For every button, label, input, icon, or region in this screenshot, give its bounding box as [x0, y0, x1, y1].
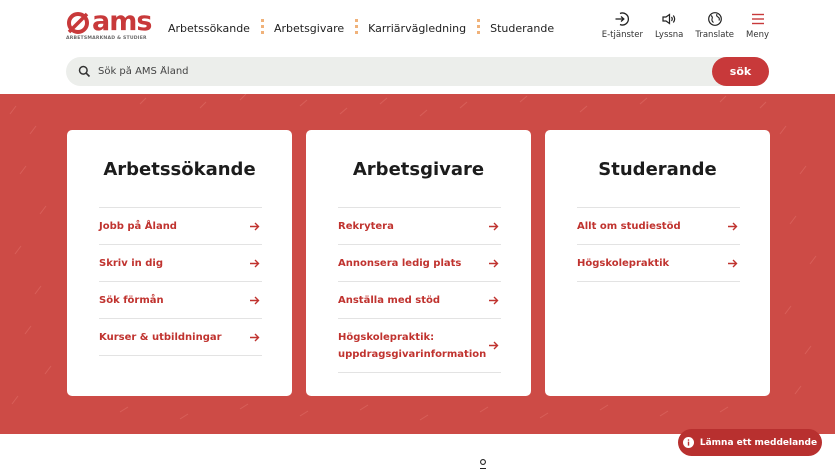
speaker-icon [662, 13, 676, 25]
nav-item-arbetssokande[interactable]: Arbetssökande [168, 22, 250, 35]
card-link-list: Allt om studiestöd Högskolepraktik [577, 207, 740, 282]
feedback-label: Lämna ett meddelande [699, 437, 818, 448]
tool-translate[interactable]: Translate [695, 11, 734, 40]
arrow-right-icon [250, 296, 260, 304]
link-label: Högskolepraktik [577, 257, 670, 269]
card-link-anstalla-med-stod[interactable]: Anställa med stöd [338, 282, 501, 319]
main-nav: Arbetssökande Arbetsgivare Karriärvägled… [168, 18, 554, 38]
ring-above-glyph-icon [480, 459, 486, 469]
nav-separator [344, 18, 368, 38]
link-label: Kurser & utbildningar [99, 331, 222, 343]
arrow-right-icon [250, 222, 260, 230]
nav-separator [250, 18, 274, 38]
card-link-allt-om-studiestod[interactable]: Allt om studiestöd [577, 208, 740, 245]
feedback-button[interactable]: Lämna ett meddelande [678, 429, 822, 456]
arrow-right-icon [728, 259, 738, 267]
tool-meny[interactable]: Meny [746, 11, 769, 40]
tool-label: E-tjänster [601, 30, 643, 40]
hamburger-menu-icon [751, 13, 764, 25]
arrow-right-icon [728, 222, 738, 230]
nav-separator [466, 18, 490, 38]
card-link-list: Jobb på Åland Skriv in dig Sök förmån Ku… [99, 207, 262, 356]
card-link-hogskolepraktik-uppdragsgivare[interactable]: Högskolepraktik: uppdragsgivarinformatio… [338, 319, 501, 373]
login-arrow-icon [615, 12, 630, 26]
card-link-jobb-pa-aland[interactable]: Jobb på Åland [99, 208, 262, 245]
search-bar: sök [66, 57, 769, 86]
globe-icon [707, 12, 722, 26]
link-label: Skriv in dig [99, 257, 163, 269]
nav-item-karriarvagledning[interactable]: Karriärvägledning [368, 22, 466, 35]
card-title: Studerande [598, 159, 717, 180]
card-link-list: Rekrytera Annonsera ledig plats Anställa… [338, 207, 501, 373]
card-link-rekrytera[interactable]: Rekrytera [338, 208, 501, 245]
arrow-right-icon [489, 296, 499, 304]
link-label: Allt om studiestöd [577, 220, 681, 232]
card-arbetssokande: Arbetssökande Jobb på Åland Skriv in dig… [67, 130, 292, 396]
tool-lyssna[interactable]: Lyssna [655, 11, 683, 40]
header-tools: E-tjänster Lyssna Translate Meny [602, 11, 769, 40]
nav-item-arbetsgivare[interactable]: Arbetsgivare [274, 22, 344, 35]
tool-label: Lyssna [654, 30, 684, 40]
link-label: Anställa med stöd [338, 294, 441, 306]
arrow-right-icon [489, 222, 499, 230]
search-icon [78, 65, 91, 78]
card-link-annonsera-ledig-plats[interactable]: Annonsera ledig plats [338, 245, 501, 282]
card-link-kurser-utbildningar[interactable]: Kurser & utbildningar [99, 319, 262, 356]
logo-wordmark: ams [92, 6, 152, 37]
hero-section: Arbetssökande Jobb på Åland Skriv in dig… [0, 94, 835, 434]
card-title: Arbetsgivare [352, 159, 485, 180]
link-label: Jobb på Åland [99, 220, 177, 232]
arrow-right-icon [489, 341, 499, 350]
arrow-right-icon [489, 259, 499, 267]
arrow-right-icon [250, 333, 260, 341]
card-link-hogskolepraktik[interactable]: Högskolepraktik [577, 245, 740, 282]
site-header: ams ARBETSMARKNAD & STUDIER Arbetssökand… [0, 0, 835, 52]
link-label: Sök förmån [99, 294, 164, 306]
info-icon [682, 437, 694, 448]
card-title: Arbetssökande [103, 159, 256, 180]
arrow-right-icon [250, 259, 260, 267]
tool-e-tjanster[interactable]: E-tjänster [602, 11, 643, 40]
link-label: Högskolepraktik: uppdragsgivarinformatio… [338, 331, 487, 360]
card-studerande: Studerande Allt om studiestöd Högskolepr… [545, 130, 770, 396]
tool-label: Translate [695, 30, 735, 40]
nav-item-studerande[interactable]: Studerande [490, 22, 554, 35]
logo-mark-icon [67, 12, 89, 34]
card-link-sok-forman[interactable]: Sök förmån [99, 282, 262, 319]
ams-logo[interactable]: ams ARBETSMARKNAD & STUDIER [66, 6, 152, 43]
search-button[interactable]: sök [712, 57, 769, 86]
card-arbetsgivare: Arbetsgivare Rekrytera Annonsera ledig p… [306, 130, 531, 396]
search-input[interactable] [98, 61, 698, 82]
link-label: Annonsera ledig plats [338, 257, 462, 269]
logo-subtitle: ARBETSMARKNAD & STUDIER [66, 36, 147, 41]
card-link-skriv-in-dig[interactable]: Skriv in dig [99, 245, 262, 282]
tool-label: Meny [746, 30, 769, 40]
link-label: Rekrytera [338, 220, 394, 232]
